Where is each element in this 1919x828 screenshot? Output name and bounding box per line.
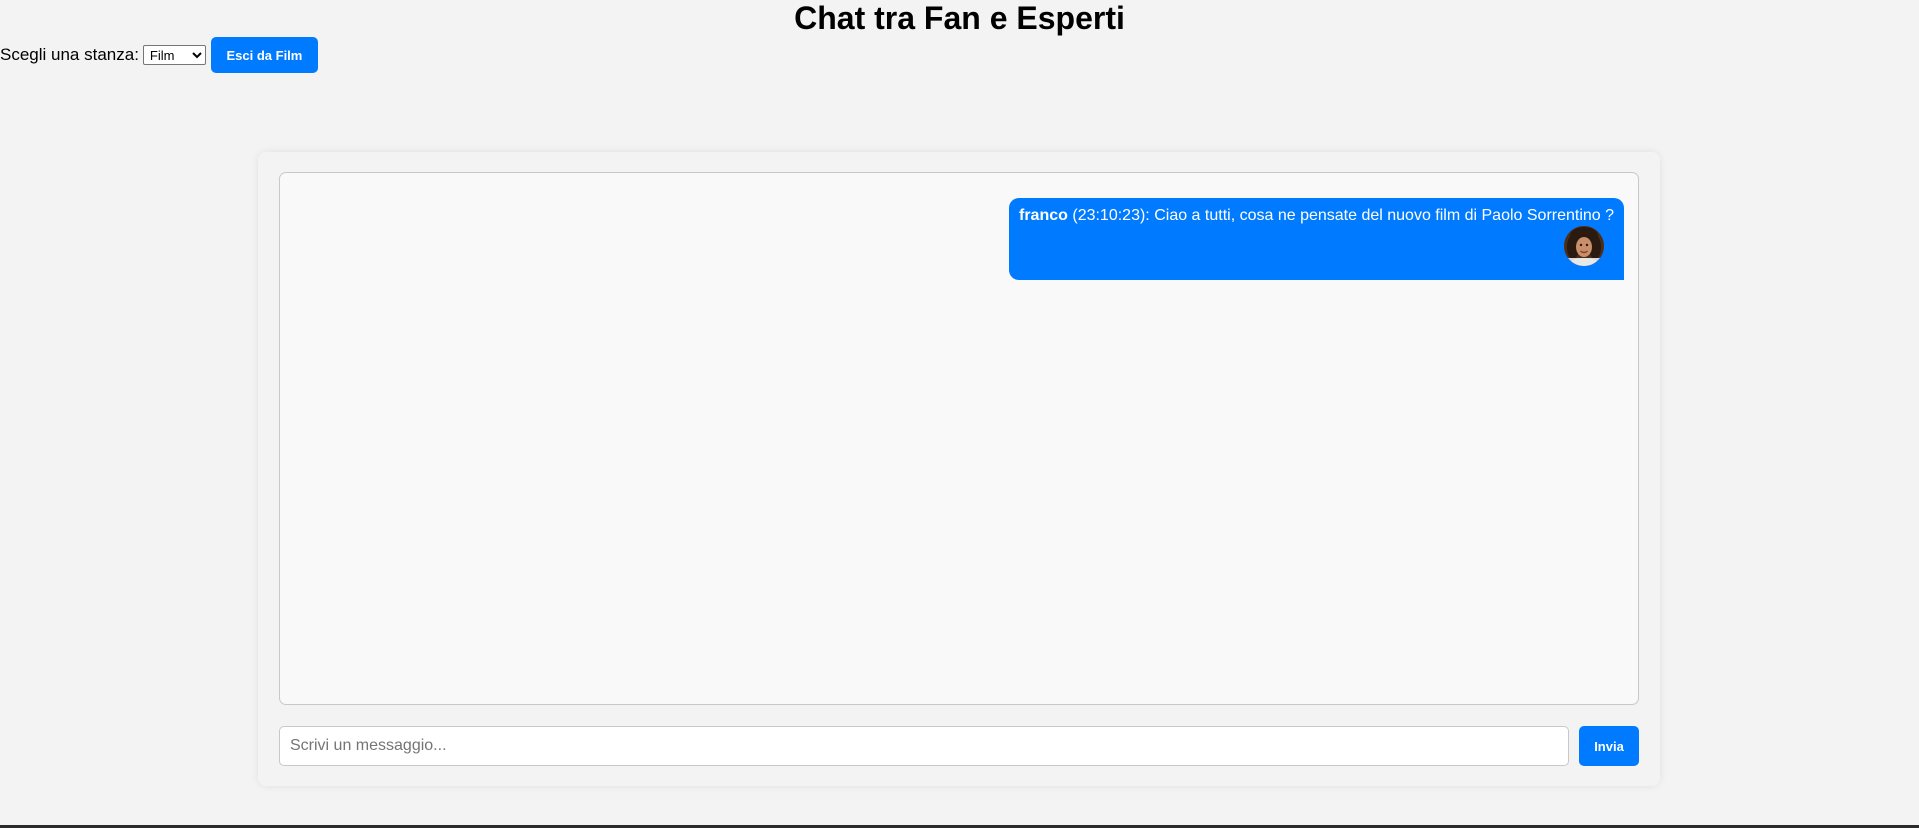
user-avatar-icon: [1564, 226, 1604, 266]
room-bar: Scegli una stanza: Film Esci da Film: [0, 37, 318, 73]
messages-panel[interactable]: franco (23:10:23): Ciao a tutti, cosa ne…: [279, 172, 1639, 705]
message-author: franco: [1019, 207, 1068, 224]
message-time: (23:10:23):: [1072, 207, 1150, 224]
send-button[interactable]: Invia: [1579, 726, 1639, 766]
message-line: franco (23:10:23): Ciao a tutti, cosa ne…: [1019, 207, 1614, 225]
chat-message: franco (23:10:23): Ciao a tutti, cosa ne…: [1009, 198, 1624, 280]
room-select-label: Scegli una stanza:: [0, 45, 139, 64]
room-select[interactable]: Film: [142, 45, 206, 65]
message-input[interactable]: [279, 726, 1569, 766]
leave-room-button[interactable]: Esci da Film: [210, 37, 318, 73]
page-title: Chat tra Fan e Esperti: [794, 0, 1125, 36]
chat-container: franco (23:10:23): Ciao a tutti, cosa ne…: [258, 152, 1660, 786]
composer: Invia: [279, 726, 1639, 766]
message-text: Ciao a tutti, cosa ne pensate del nuovo …: [1154, 207, 1615, 224]
